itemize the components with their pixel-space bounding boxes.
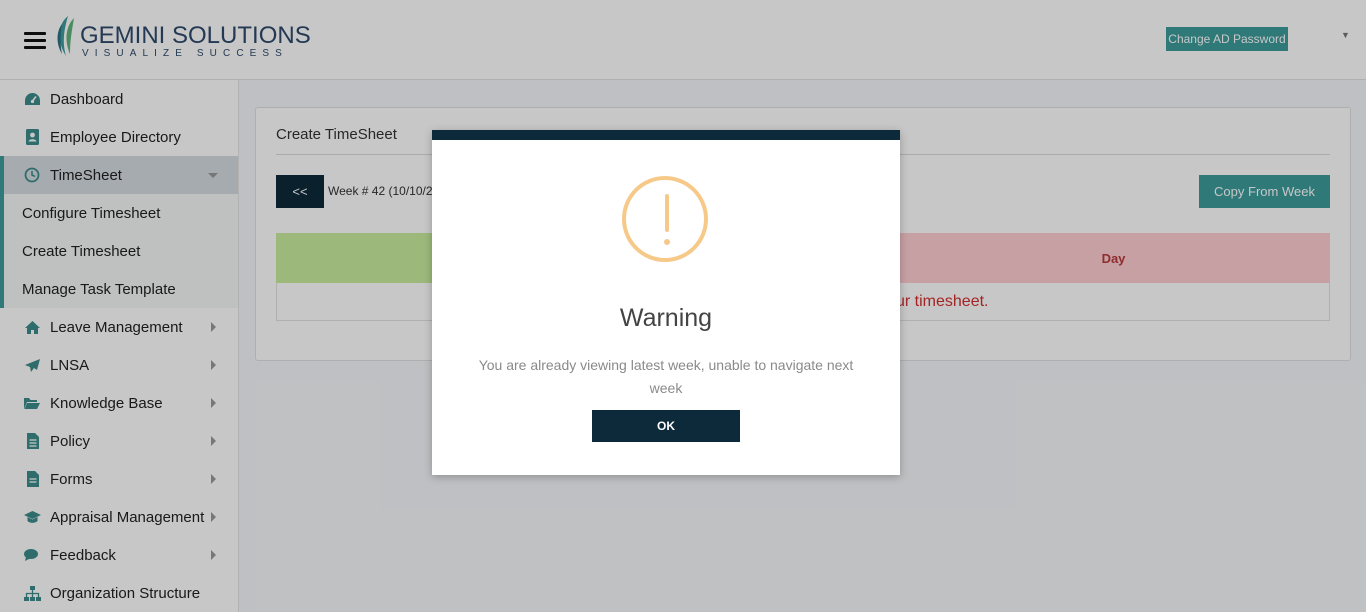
warning-dialog: Warning You are already viewing latest w… [432,130,900,475]
dialog-title: Warning [619,304,713,332]
ok-button[interactable]: OK [592,410,740,442]
exclamation-icon [622,176,708,262]
dialog-message: You are already viewing latest week, una… [478,357,854,396]
